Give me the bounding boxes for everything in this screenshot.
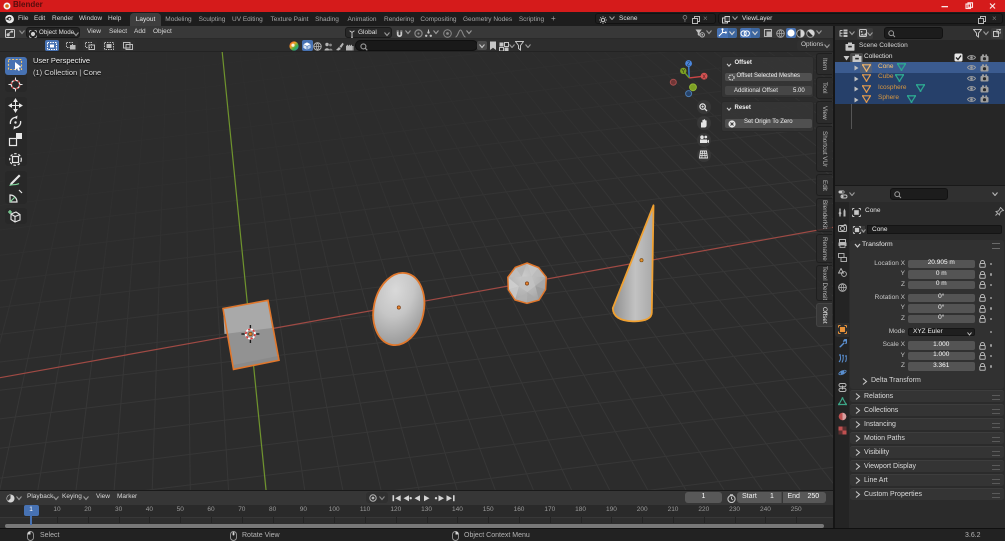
svg-text:X: X xyxy=(702,74,706,80)
svg-text:Y: Y xyxy=(681,69,685,75)
